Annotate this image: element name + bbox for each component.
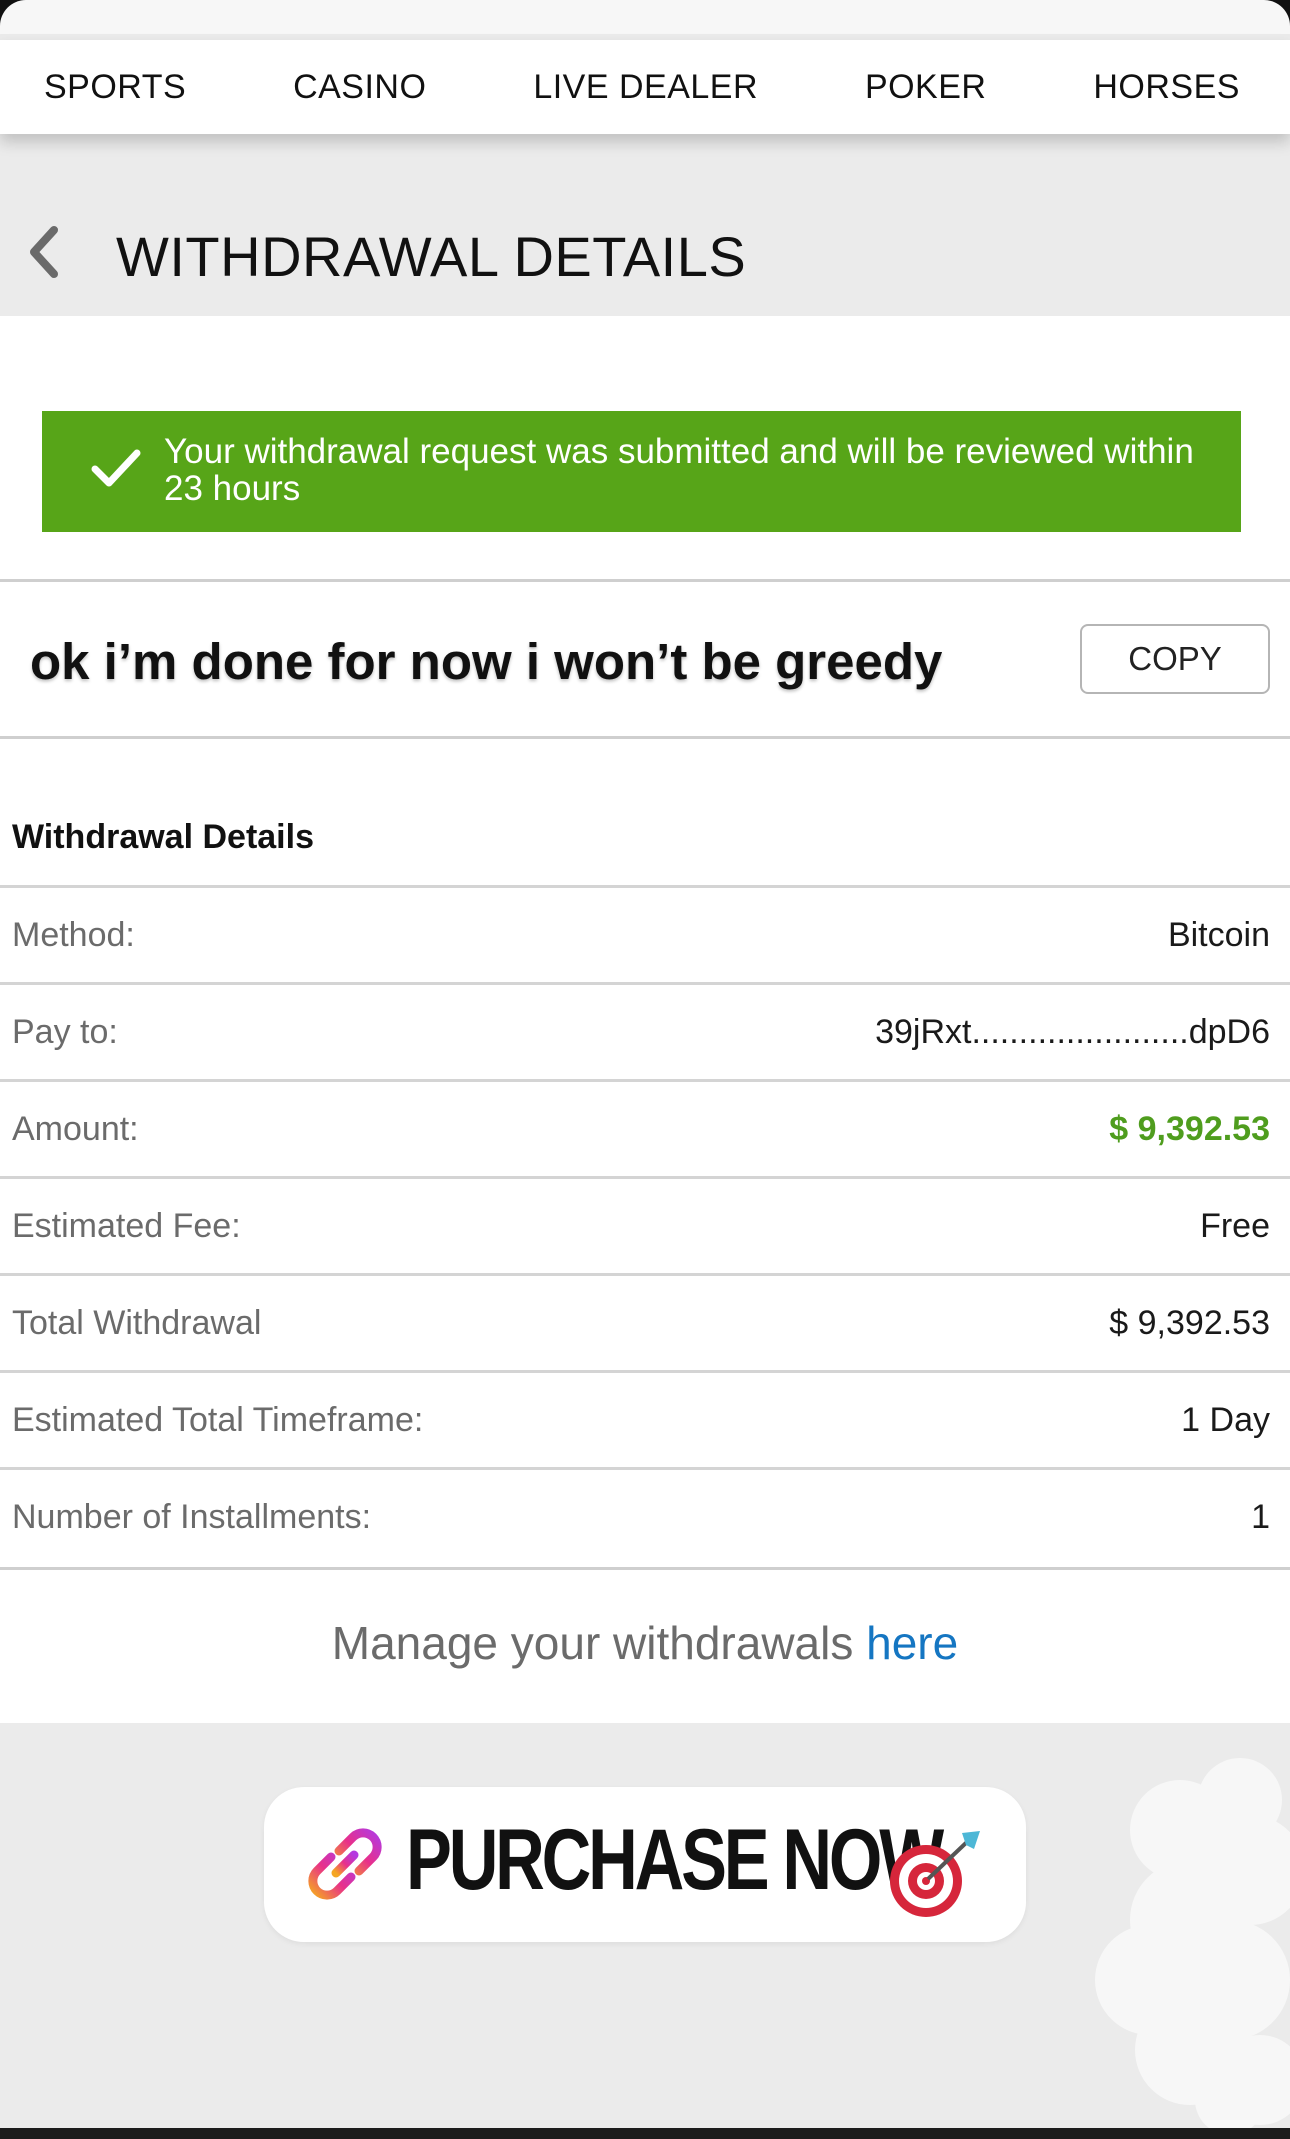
row-label: Estimated Fee:: [12, 1207, 241, 1245]
detail-row-timeframe: Estimated Total Timeframe: 1 Day: [0, 1370, 1290, 1467]
row-label: Number of Installments:: [12, 1498, 372, 1536]
checkmark-icon: [91, 449, 141, 487]
row-value: Free: [1200, 1207, 1270, 1245]
detail-row-installments: Number of Installments: 1: [0, 1467, 1290, 1564]
manage-text: Manage your withdrawals: [331, 1617, 867, 1669]
row-value: 39jRxt.......................dpD6: [875, 1013, 1270, 1051]
divider: [0, 1567, 1290, 1570]
story-caption: ok i’m done for now i won’t be greedy: [30, 633, 943, 690]
page-title: WITHDRAWAL DETAILS: [116, 225, 747, 288]
detail-row-fee: Estimated Fee: Free: [0, 1176, 1290, 1273]
row-value: Bitcoin: [1167, 916, 1270, 954]
chevron-left-icon[interactable]: [24, 224, 64, 280]
nav-item-horses[interactable]: HORSES: [1093, 68, 1240, 107]
purchase-now-label: PURCHASE NOW: [406, 1812, 944, 1908]
divider: [0, 736, 1290, 739]
row-label: Amount:: [12, 1110, 139, 1148]
copy-button[interactable]: COPY: [1080, 624, 1270, 694]
detail-row-total: Total Withdrawal $ 9,392.53: [0, 1273, 1290, 1370]
row-label: Total Withdrawal: [12, 1304, 262, 1342]
success-banner: Your withdrawal request was submitted an…: [42, 411, 1241, 532]
manage-here-link[interactable]: here: [866, 1617, 958, 1669]
purchase-now-sticker[interactable]: PURCHASE NOW: [264, 1787, 1026, 1942]
nav-item-sports[interactable]: SPORTS: [44, 68, 186, 107]
row-label: Method:: [12, 916, 135, 954]
dart-target-icon: [890, 1831, 980, 1917]
row-value: 1 Day: [1181, 1401, 1270, 1439]
nav-item-live-dealer[interactable]: LIVE DEALER: [533, 68, 758, 107]
divider: [0, 579, 1290, 582]
section-title: Withdrawal Details: [12, 818, 314, 856]
row-label: Pay to:: [12, 1013, 118, 1051]
detail-row-method: Method: Bitcoin: [0, 885, 1290, 982]
detail-row-amount: Amount: $ 9,392.53: [0, 1079, 1290, 1176]
page-header: WITHDRAWAL DETAILS: [0, 134, 1290, 316]
top-strip: [0, 0, 1290, 34]
row-label: Estimated Total Timeframe:: [12, 1401, 424, 1439]
amount-value: $ 9,392.53: [1109, 1110, 1270, 1148]
top-nav: SPORTS CASINO LIVE DEALER POKER HORSES: [0, 40, 1290, 134]
detail-row-pay-to: Pay to: 39jRxt.......................dpD…: [0, 982, 1290, 1079]
row-value: $ 9,392.53: [1109, 1304, 1270, 1342]
decorative-blob: [1095, 1758, 1290, 2135]
main-panel: Your withdrawal request was submitted an…: [0, 316, 1290, 1723]
nav-item-poker[interactable]: POKER: [865, 68, 987, 107]
manage-withdrawals: Manage your withdrawals here: [0, 1616, 1290, 1670]
row-value: 1: [1251, 1498, 1270, 1536]
success-message: Your withdrawal request was submitted an…: [164, 432, 1194, 508]
bottom-edge: [0, 2128, 1290, 2139]
link-icon: [308, 1828, 382, 1900]
nav-item-casino[interactable]: CASINO: [293, 68, 426, 107]
